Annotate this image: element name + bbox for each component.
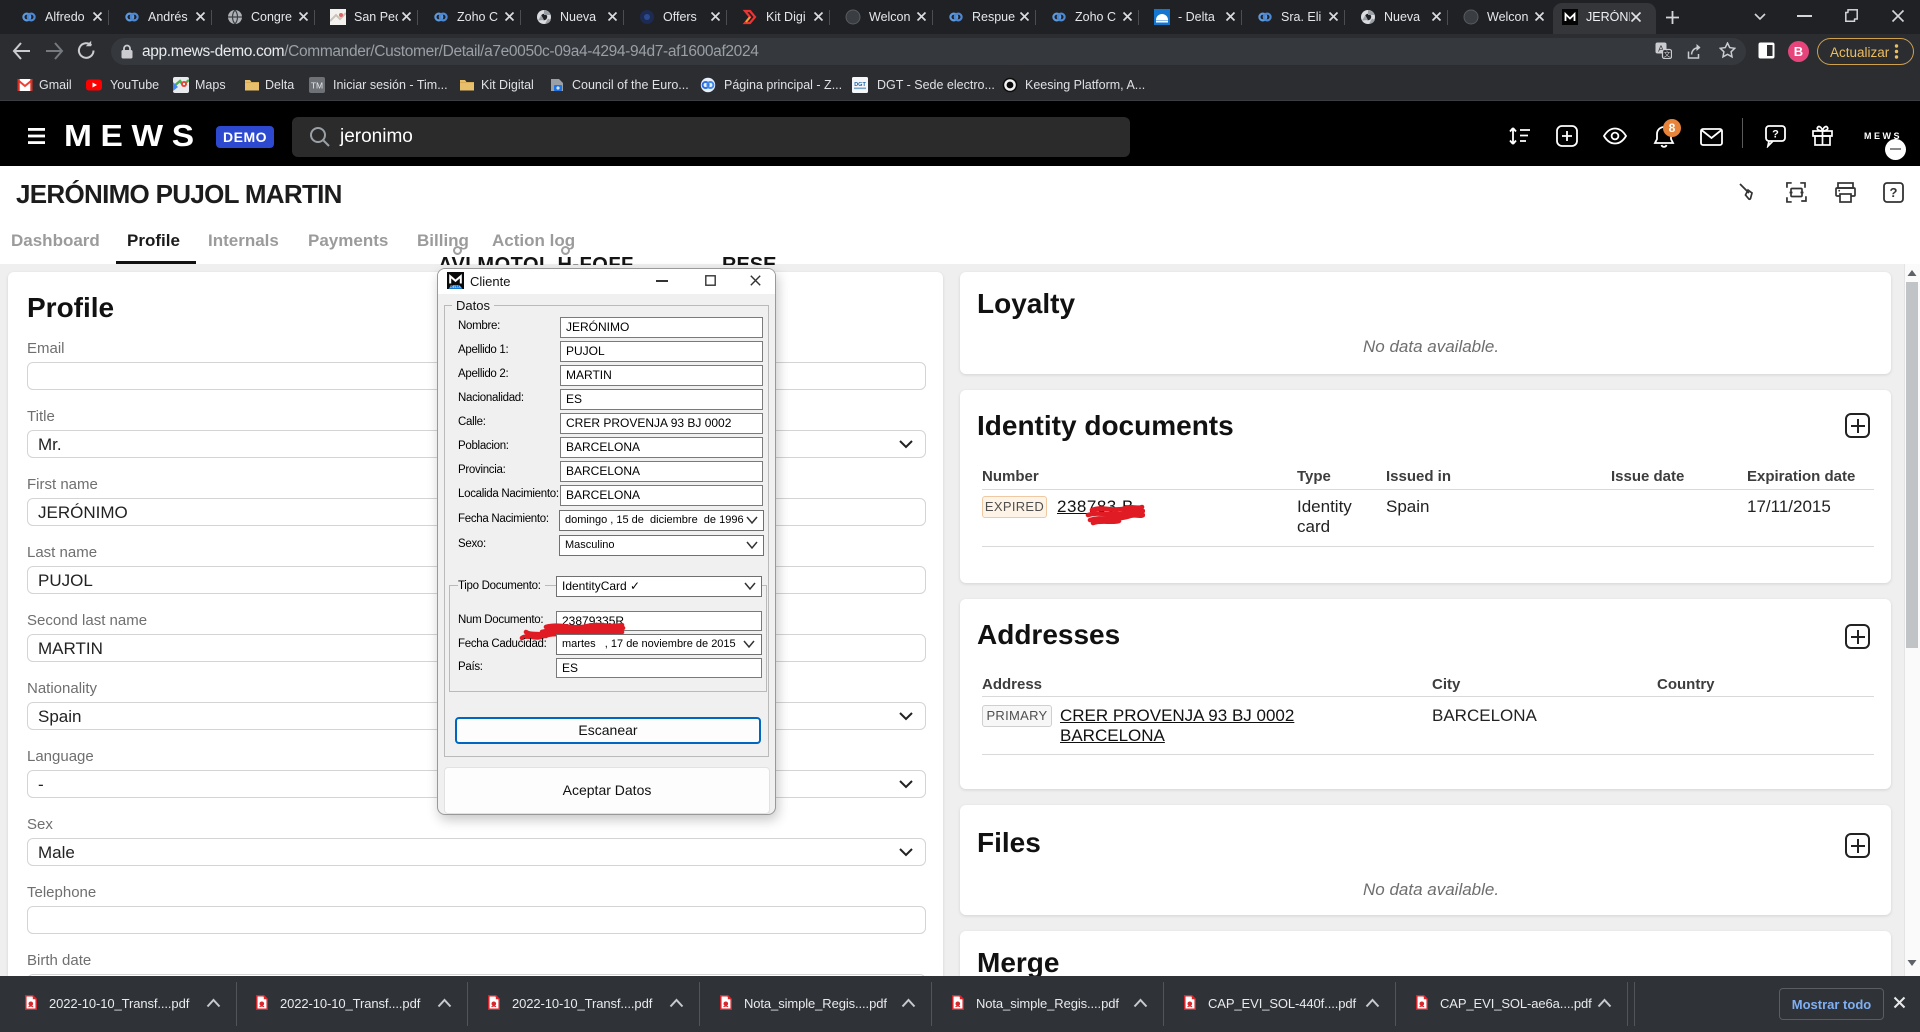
svg-text:TM: TM (311, 81, 323, 91)
svg-text:DGT: DGT (854, 82, 866, 88)
svg-text:DELTA: DELTA (450, 285, 461, 289)
svg-text:文: 文 (1664, 50, 1671, 59)
svg-text:?: ? (1772, 129, 1779, 141)
svg-text:?: ? (1890, 185, 1898, 200)
